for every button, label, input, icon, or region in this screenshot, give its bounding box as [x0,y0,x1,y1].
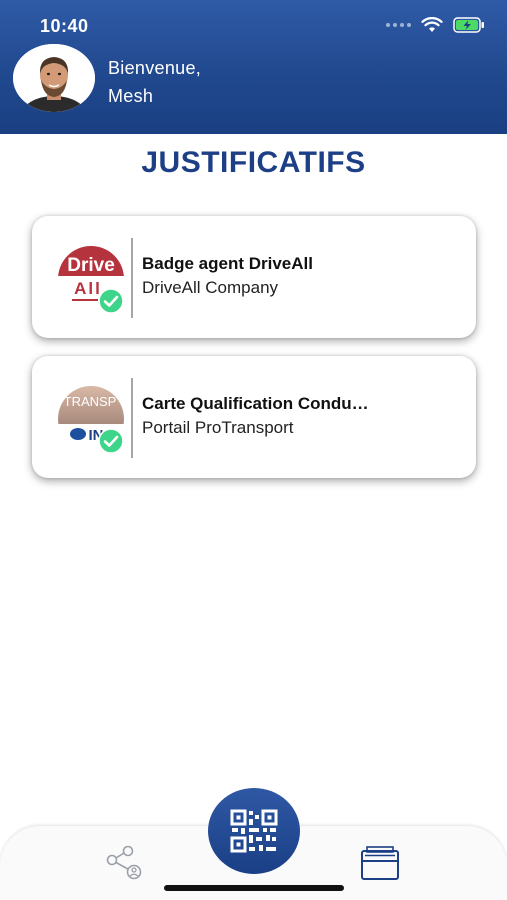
page-title: JUSTIFICATIFS [141,146,366,179]
credential-issuer: Portail ProTransport [142,418,294,437]
check-circle-icon [98,428,124,454]
home-indicator [164,885,344,891]
check-circle-icon [98,288,124,314]
status-time: 10:40 [40,16,89,36]
credential-title: Carte Qualification Condu… [142,394,369,413]
user-name: Mesh [108,86,154,106]
greeting: Bienvenue, Mesh [108,54,201,110]
battery-charging-icon [453,17,485,33]
svg-text:Drive: Drive [67,255,115,276]
credential-card-driveall-badge[interactable]: Drive All Badge agent DriveAll DriveAll … [32,216,476,338]
credential-issuer: DriveAll Company [142,278,279,297]
status-bar: 10:40 [0,0,507,50]
credential-title: Badge agent DriveAll [142,254,313,273]
wifi-icon [421,17,443,33]
qr-code-icon [230,809,278,853]
svg-text:TRANSP: TRANSP [64,394,117,409]
wallet-icon[interactable] [358,845,402,881]
share-icon[interactable] [104,845,148,880]
greeting-line-1: Bienvenue, [108,58,202,78]
qr-code-button[interactable] [208,788,300,874]
status-icons [386,17,485,33]
credential-card-qualification[interactable]: TRANSP IN Carte Qualification Condu… Por… [32,356,476,478]
app-header: 10:40 Bienvenue, Mesh [0,0,507,134]
cellular-signal-icon [386,23,411,27]
card-divider [131,238,133,318]
card-divider [131,378,133,458]
user-avatar[interactable] [13,44,95,112]
